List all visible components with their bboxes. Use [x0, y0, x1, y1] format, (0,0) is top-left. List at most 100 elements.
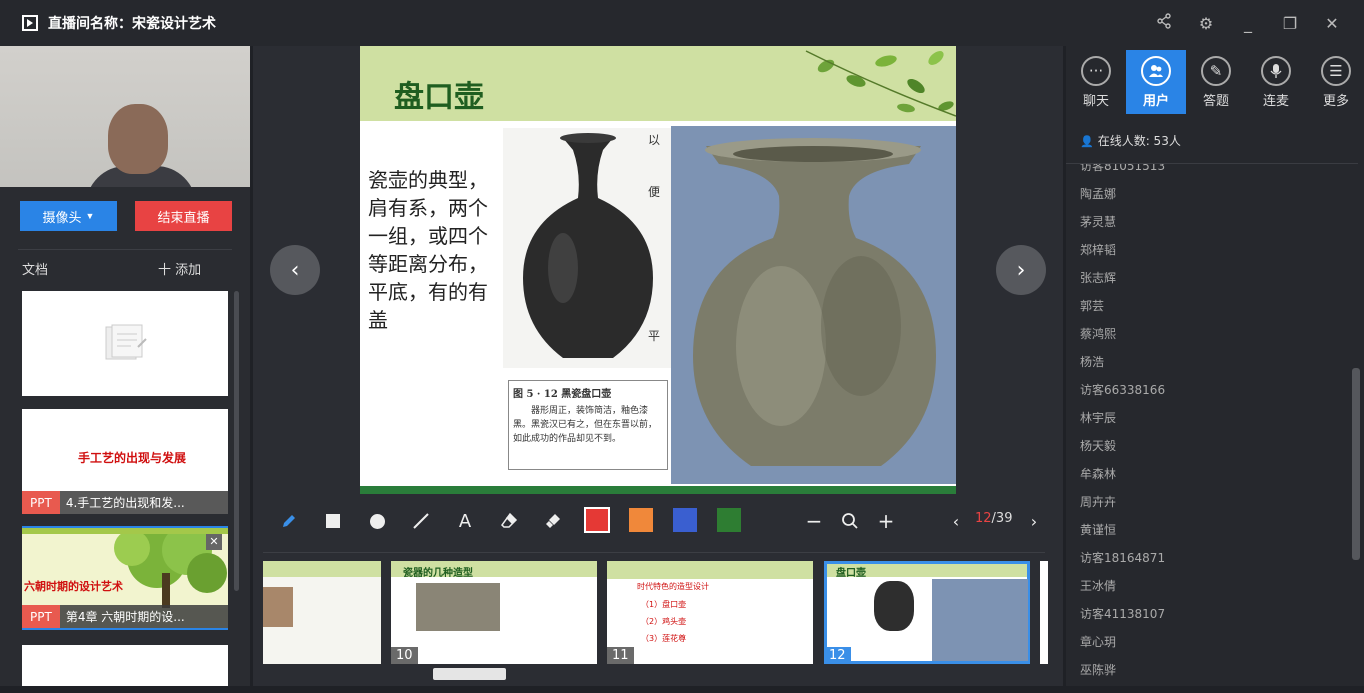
doc-item-4[interactable]: 手工艺的出现与发展 PPT 4.手工艺的出现和发... [22, 409, 228, 514]
mic-icon [1261, 56, 1291, 86]
user-item[interactable]: 牟森林 [1080, 465, 1116, 482]
pen-icon: ✎ [1201, 56, 1231, 86]
thumb-image [874, 581, 914, 631]
doc-item-next[interactable] [22, 645, 228, 686]
close-icon[interactable]: ✕ [1322, 14, 1342, 33]
doc-preview-title: 手工艺的出现与发展 [78, 451, 187, 465]
user-item[interactable]: 杨浩 [1080, 353, 1104, 370]
user-icon: 👤 [1080, 135, 1094, 148]
presenter-head [108, 104, 168, 174]
current-slide: 盘口壶 瓷壶的典型，肩有系，两个一组，或四个等距离分布，平底，有的有盖 以 便 … [360, 46, 956, 494]
tab-users[interactable]: 用户 [1126, 50, 1186, 114]
user-list: 访客81051513 陶孟娜 茅灵慧 郑梓韬 张志辉 郭芸 蔡鸿熙 杨浩 访客6… [1080, 164, 1350, 684]
slide-thumbnail-10[interactable]: 瓷器的几种造型 10 [391, 561, 597, 664]
user-item[interactable]: 陶孟娜 [1080, 185, 1116, 202]
thumb-number: 10 [391, 647, 418, 664]
user-item[interactable]: 杨天毅 [1080, 437, 1116, 454]
tab-more[interactable]: ☰ 更多 [1306, 50, 1364, 114]
user-item[interactable]: 蔡鸿熙 [1080, 325, 1116, 342]
line-icon[interactable] [410, 510, 432, 532]
slide-thumbnail-next[interactable] [1040, 561, 1048, 664]
color-swatch-orange[interactable] [629, 508, 653, 532]
slide-thumbnail-12[interactable]: 盘口壶 12 [824, 561, 1030, 664]
text-tool-icon[interactable]: A [454, 510, 476, 532]
restore-icon[interactable]: ❐ [1280, 14, 1300, 33]
user-item[interactable]: 周卉卉 [1080, 493, 1116, 510]
presentation-area: 盘口壶 瓷壶的典型，肩有系，两个一组，或四个等距离分布，平底，有的有盖 以 便 … [253, 46, 1063, 686]
slide-footer-bar [360, 486, 956, 494]
settings-gear-icon[interactable]: ⚙ [1196, 14, 1216, 33]
thumb-number: 11 [607, 647, 634, 664]
doc-list-scrollbar[interactable] [234, 291, 239, 591]
next-slide-button[interactable]: › [996, 245, 1046, 295]
user-item[interactable]: 张志辉 [1080, 269, 1116, 286]
end-live-button[interactable]: 结束直播 [135, 201, 232, 231]
tree-illustration [22, 528, 228, 608]
tab-chat[interactable]: ··· 聊天 [1066, 50, 1126, 114]
doc-type-badge: PPT [22, 491, 60, 514]
tab-quiz[interactable]: ✎ 答题 [1186, 50, 1246, 114]
user-item[interactable]: 王冰倩 [1080, 577, 1116, 594]
user-item[interactable]: 章心玥 [1080, 633, 1116, 650]
chat-icon: ··· [1081, 56, 1111, 86]
tab-label: 更多 [1322, 94, 1349, 109]
caret-down-icon: ▼ [85, 211, 95, 221]
slide-side-text: 以 便 平 [648, 128, 660, 348]
more-icon: ☰ [1321, 56, 1351, 86]
doc-item-chapter4[interactable]: 六朝时期的设计艺术 ✕ PPT 第4章 六朝时期的设... [22, 526, 228, 630]
close-icon[interactable]: ✕ [206, 534, 222, 550]
camera-button[interactable]: 摄像头 ▼ [20, 201, 117, 231]
left-panel: 摄像头 ▼ 结束直播 文档 十 添加 手工艺的出现与发展 PPT 4.手工艺的出… [0, 46, 250, 686]
prev-page-icon[interactable]: ‹ [945, 510, 967, 532]
app-logo-icon [22, 15, 38, 31]
share-icon[interactable] [1154, 13, 1174, 33]
user-list-scrollbar[interactable] [1352, 368, 1360, 560]
user-item[interactable]: 茅灵慧 [1080, 213, 1116, 230]
toolbar-divider [263, 552, 1045, 553]
doc-item-blank[interactable] [22, 291, 228, 396]
prev-slide-button[interactable]: ‹ [270, 245, 320, 295]
zoom-fit-search-icon[interactable] [839, 510, 861, 532]
tab-connect-mic[interactable]: 连麦 [1246, 50, 1306, 114]
drawing-toolbar: A − + ‹ 12/39 › [253, 494, 1063, 548]
user-item[interactable]: 访客66338166 [1080, 381, 1165, 398]
eraser-icon[interactable] [498, 510, 520, 532]
thumb-header-bar [263, 561, 381, 577]
thumb-title: 瓷器的几种造型 [403, 568, 473, 579]
color-swatch-green[interactable] [717, 508, 741, 532]
zoom-in-icon[interactable]: + [875, 509, 897, 533]
user-item[interactable]: 郭芸 [1080, 297, 1104, 314]
doc-name: 第4章 六朝时期的设... [65, 610, 185, 624]
slide-thumbnail-11[interactable]: 时代特色的造型设计 （1）盘口壶 （2）鸡头壶 （3）莲花尊 11 [607, 561, 813, 664]
thumbnail-scrollbar[interactable] [433, 668, 506, 680]
color-swatch-blue[interactable] [673, 508, 697, 532]
add-doc-button[interactable]: 十 添加 [158, 259, 201, 278]
minimize-icon[interactable]: _ [1238, 14, 1258, 33]
side-frag: 以 [648, 133, 661, 147]
clear-brush-icon[interactable] [542, 510, 564, 532]
zoom-out-icon[interactable]: − [803, 509, 825, 533]
rectangle-icon[interactable] [322, 510, 344, 532]
tab-label: 答题 [1202, 94, 1229, 109]
thumb-list-item: （1）盘口壶 [641, 600, 687, 609]
next-page-icon[interactable]: › [1023, 510, 1045, 532]
thumb-number: 12 [824, 647, 851, 664]
circle-icon[interactable] [366, 510, 388, 532]
user-item[interactable]: 黄谨恒 [1080, 521, 1116, 538]
user-item[interactable]: 访客41138107 [1080, 605, 1165, 622]
user-item[interactable]: 访客18164871 [1080, 549, 1165, 566]
window-title: 直播间名称：宋瓷设计艺术 [48, 16, 216, 32]
docs-label: 文档 [22, 263, 49, 278]
title-bar: 直播间名称：宋瓷设计艺术 ⚙ _ ❐ ✕ [0, 0, 1364, 46]
doc-preview-title: 六朝时期的设计艺术 [24, 580, 123, 593]
document-icon [105, 324, 147, 360]
user-item[interactable]: 郑梓韬 [1080, 241, 1116, 258]
user-item[interactable]: 访客81051513 [1080, 164, 1165, 174]
pencil-icon[interactable] [278, 510, 300, 532]
user-item[interactable]: 巫陈骅 [1080, 661, 1116, 678]
thumb-image [416, 583, 500, 631]
slide-thumbnail[interactable] [263, 561, 381, 664]
color-swatch-red[interactable] [584, 507, 610, 533]
online-count: 👤 在线人数: 53人 [1080, 132, 1181, 149]
user-item[interactable]: 林宇辰 [1080, 409, 1116, 426]
